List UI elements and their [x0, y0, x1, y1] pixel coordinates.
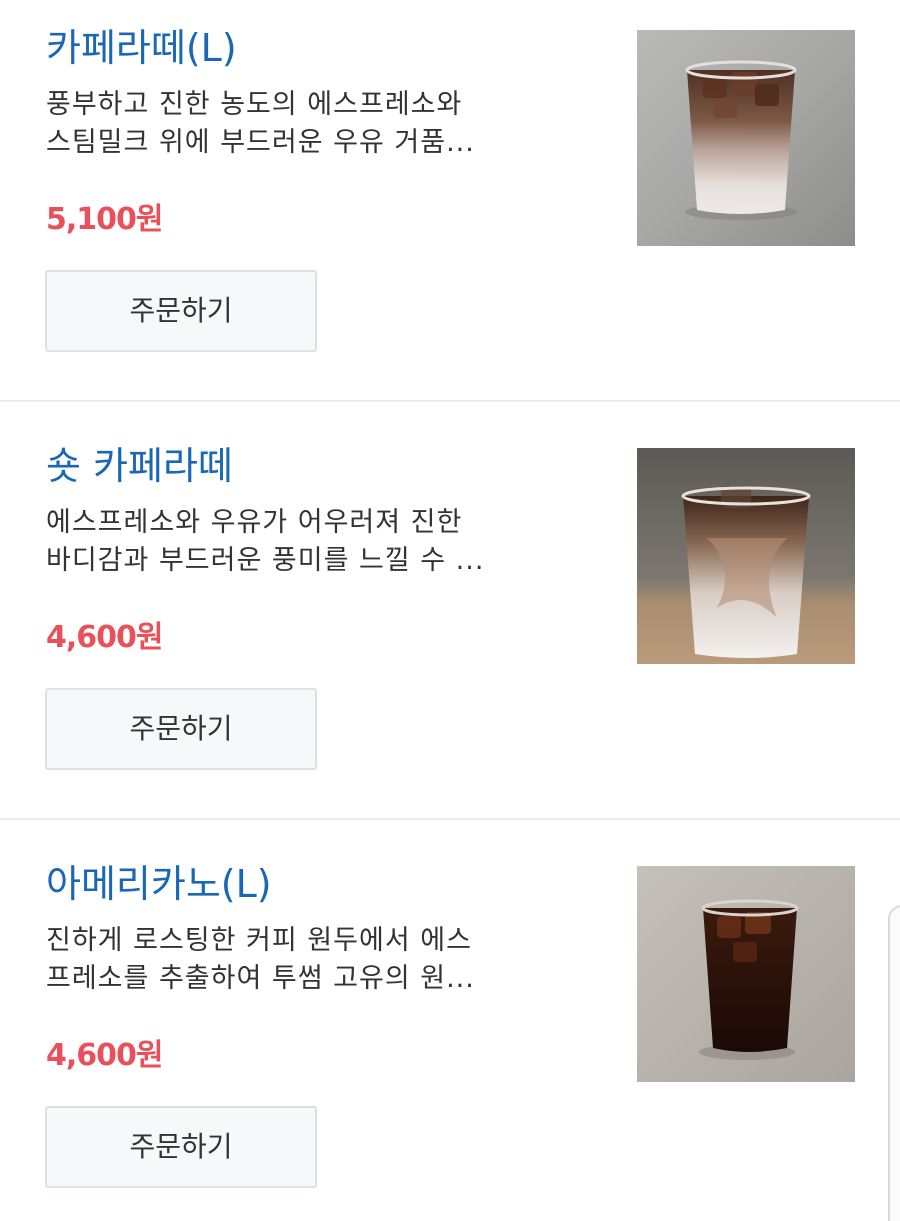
iced-short-latte-photo[interactable] — [637, 448, 855, 664]
item-divider — [0, 818, 900, 820]
order-button[interactable]: 주문하기 — [45, 270, 317, 352]
menu-item[interactable]: 카페라떼(L) 풍부하고 진한 농도의 에스프레소와 스팀밀크 위에 부드러운 … — [0, 0, 900, 400]
iced-cafe-latte-photo[interactable] — [637, 30, 855, 246]
iced-americano-photo[interactable] — [637, 866, 855, 1082]
scroll-indicator[interactable] — [888, 905, 900, 1221]
description-line: 스팀밀크 위에 부드러운 우유 거품... — [46, 127, 475, 158]
description-line: 에스프레소와 우유가 어우러져 진한 — [46, 507, 463, 538]
description-line: 바디감과 부드러운 풍미를 느낄 수 ... — [46, 545, 485, 576]
order-button[interactable]: 주문하기 — [45, 1106, 317, 1188]
description-line: 진하게 로스팅한 커피 원두에서 에스 — [46, 925, 472, 956]
menu-item-title[interactable]: 아메리카노(L) — [46, 858, 272, 910]
item-divider — [0, 400, 900, 402]
menu-item-price: 4,600원 — [46, 620, 163, 655]
menu-item[interactable]: 숏 카페라떼 에스프레소와 우유가 어우러져 진한 바디감과 부드러운 풍미를 … — [0, 418, 900, 818]
order-button[interactable]: 주문하기 — [45, 688, 317, 770]
menu-list: 카페라떼(L) 풍부하고 진한 농도의 에스프레소와 스팀밀크 위에 부드러운 … — [0, 0, 900, 1221]
description-line: 풍부하고 진한 농도의 에스프레소와 — [46, 89, 463, 120]
menu-item-title[interactable]: 카페라떼(L) — [46, 22, 237, 74]
description-line: 프레소를 추출하여 투썸 고유의 원... — [46, 963, 475, 994]
menu-item-price: 4,600원 — [46, 1038, 163, 1073]
menu-item-title[interactable]: 숏 카페라떼 — [46, 440, 233, 492]
menu-item-description: 진하게 로스팅한 커피 원두에서 에스 프레소를 추출하여 투썸 고유의 원..… — [46, 922, 586, 998]
menu-item-description: 풍부하고 진한 농도의 에스프레소와 스팀밀크 위에 부드러운 우유 거품... — [46, 86, 586, 162]
menu-item-description: 에스프레소와 우유가 어우러져 진한 바디감과 부드러운 풍미를 느낄 수 ..… — [46, 504, 586, 580]
menu-item-price: 5,100원 — [46, 202, 163, 237]
menu-item[interactable]: 아메리카노(L) 진하게 로스팅한 커피 원두에서 에스 프레소를 추출하여 투… — [0, 836, 900, 1221]
